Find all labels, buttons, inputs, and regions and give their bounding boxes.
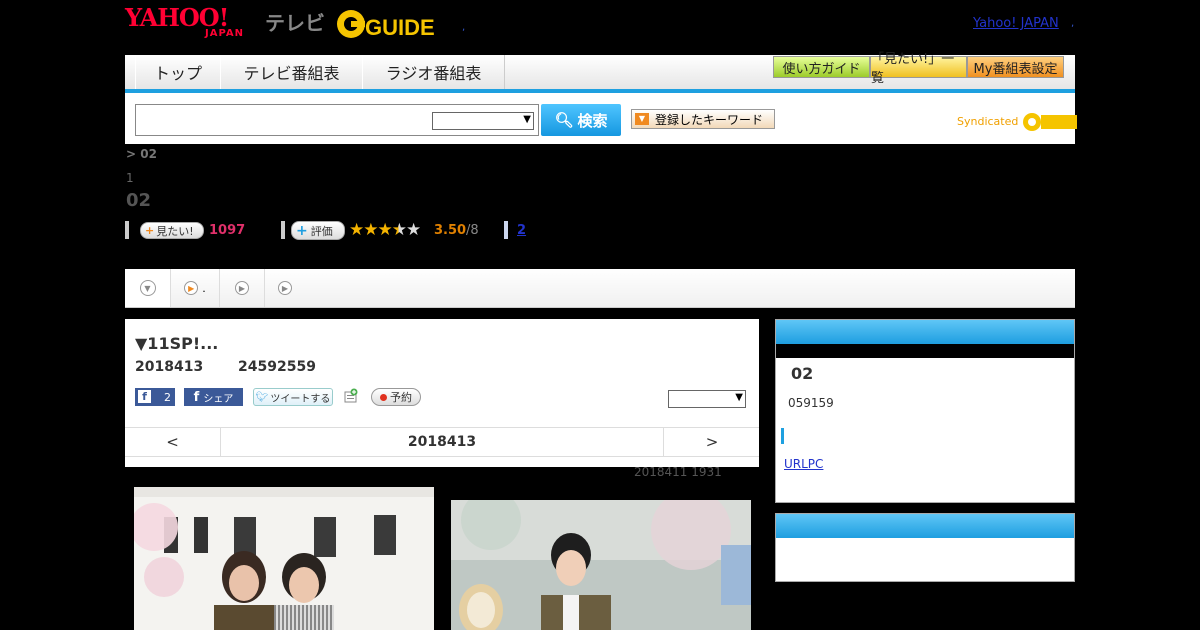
registered-keywords-label: 登録したキーワード	[655, 112, 764, 127]
want-button-label: 見たい!	[156, 224, 194, 238]
facebook-like-count: 2	[164, 390, 171, 404]
facebook-icon: f	[193, 389, 200, 405]
program-photo-1[interactable]	[134, 487, 434, 630]
tab-play-1-label: .	[202, 281, 206, 295]
yahoo-japan-logo-text: JAPAN	[205, 28, 244, 39]
search-button[interactable]: 🔍︎ 検索	[541, 104, 621, 136]
plus-icon: +	[296, 222, 308, 239]
rating-count: /8	[466, 223, 479, 238]
facebook-like-button[interactable]: f 2	[135, 388, 175, 406]
tweet-button[interactable]: 🐦︎ ツイートする	[253, 388, 333, 406]
tab-collapse[interactable]: ▼	[125, 269, 171, 307]
tab-radio-listings[interactable]: ラジオ番組表	[362, 55, 505, 89]
syndicated-text: Syndicated	[957, 115, 1019, 128]
rate-button[interactable]: + 評価	[291, 221, 345, 240]
search-icon: 🔍︎	[554, 111, 574, 129]
svg-text:GUIDE: GUIDE	[365, 15, 435, 40]
program-time: 24592559	[238, 359, 316, 375]
tweet-label: ツイートする	[270, 393, 331, 405]
divider	[125, 221, 129, 239]
next-date-button[interactable]: >	[663, 428, 760, 456]
tab-play-1[interactable]: ▶ .	[171, 269, 220, 307]
tab-tv-listings[interactable]: テレビ番組表	[220, 55, 363, 89]
star-icons: ★★★★★	[349, 220, 421, 240]
chevron-down-icon: ▼	[735, 392, 743, 403]
usage-guide-button[interactable]: 使い方ガイド	[773, 56, 870, 78]
search-category-select[interactable]: ▼	[432, 112, 534, 130]
search-button-label: 検索	[577, 111, 608, 130]
dropdown-arrow-icon: ▼	[635, 113, 649, 125]
record-dot-icon	[380, 393, 387, 401]
page-subtitle: 1	[126, 171, 134, 185]
program-date: 2018413	[135, 359, 204, 375]
want-count: 1097	[209, 223, 246, 238]
sidebar-url-link[interactable]: URLPC	[784, 457, 823, 471]
plus-icon: +	[145, 224, 155, 237]
play-icon: ▶	[184, 281, 199, 295]
add-to-list-icon[interactable]	[343, 388, 359, 404]
date-navigation: < 2018413 >	[125, 427, 759, 457]
rating-value: 3.50	[434, 223, 467, 238]
reviews-link[interactable]: 2	[517, 223, 526, 238]
yahoo-japan-link[interactable]: Yahoo! JAPAN	[973, 16, 1059, 31]
header-dot-right: ,	[1071, 18, 1075, 29]
want-list-button[interactable]: 「見たい!」一覧	[870, 52, 967, 86]
divider	[504, 221, 508, 239]
tab-top[interactable]: トップ	[135, 55, 221, 89]
program-select[interactable]: ▼	[668, 390, 746, 408]
sidebar-box-header	[776, 320, 1074, 344]
gguide-logo[interactable]: GUIDE	[335, 7, 435, 41]
sidebar-box-2-header	[776, 514, 1074, 538]
prev-date-button[interactable]: <	[125, 428, 221, 456]
play-icon: ▶	[235, 281, 249, 295]
header-dot: ,	[462, 22, 466, 33]
sidebar-section-marker	[781, 428, 784, 444]
facebook-share-button[interactable]: f シェア	[184, 388, 243, 406]
sidebar-info-box	[775, 319, 1075, 503]
reserve-label: 予約	[390, 391, 412, 404]
play-icon: ▶	[278, 281, 292, 295]
syndicated-gguide-label: Syndicated	[957, 111, 1078, 133]
chevron-down-icon: ▼	[139, 280, 156, 296]
page-title: 02	[126, 190, 152, 211]
tab-play-2[interactable]: ▶	[220, 269, 265, 307]
program-photo-2[interactable]	[451, 500, 751, 630]
current-date: 2018413	[407, 434, 477, 450]
breadcrumb: > 02	[126, 147, 157, 161]
divider	[281, 221, 285, 239]
rate-button-label: 評価	[310, 224, 333, 238]
sidebar-subtitle: 059159	[788, 396, 834, 410]
sidebar-title: 02	[791, 364, 814, 383]
tv-logo-text: テレビ	[265, 11, 325, 35]
yahoo-logo[interactable]: YAHOO!	[125, 6, 229, 30]
gguide-small-logo	[1022, 113, 1077, 131]
reserve-button[interactable]: 予約	[371, 388, 421, 406]
program-title: ▼11SP!...	[135, 334, 219, 353]
rating-stars: ★★★★★	[349, 220, 421, 240]
tab-play-3[interactable]: ▶	[265, 269, 305, 307]
sidebar-box-band	[776, 344, 1074, 358]
facebook-icon: f	[138, 390, 151, 403]
facebook-share-label: シェア	[203, 393, 234, 405]
sidebar-box-2	[775, 513, 1075, 582]
program-tabs-bar: ▼ ▶ . ▶ ▶	[125, 269, 1075, 308]
updated-timestamp: 2018411 1931	[634, 465, 722, 479]
my-listings-settings-button[interactable]: My番組表設定	[967, 56, 1064, 78]
registered-keywords-button[interactable]: ▼ 登録したキーワード	[631, 109, 775, 129]
twitter-icon: 🐦︎	[255, 391, 269, 403]
chevron-down-icon: ▼	[523, 114, 531, 125]
want-button[interactable]: + 見たい!	[140, 222, 204, 239]
